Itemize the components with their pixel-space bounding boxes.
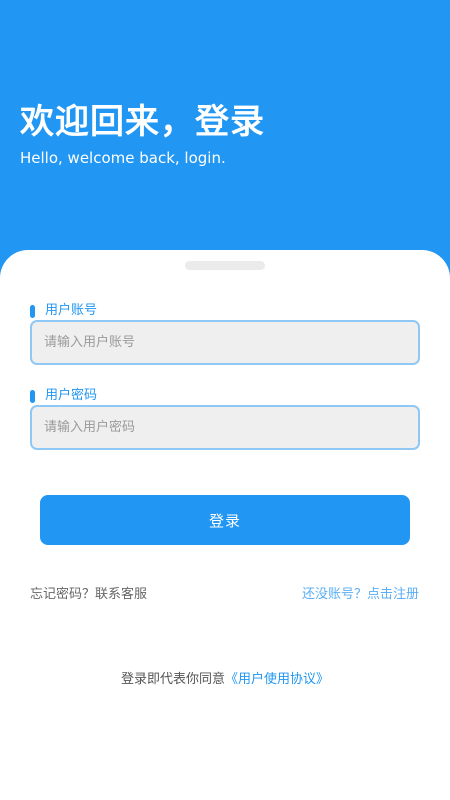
account-label-text: 用户账号 bbox=[45, 303, 98, 318]
login-screen: 欢迎回来，登录 Hello, welcome back, login. 用户账号… bbox=[0, 0, 450, 800]
welcome-header: 欢迎回来，登录 Hello, welcome back, login. bbox=[0, 0, 450, 270]
register-link[interactable]: 还没账号？点击注册 bbox=[302, 586, 419, 604]
login-button[interactable]: 登录 bbox=[40, 495, 410, 545]
forgot-password-link[interactable]: 忘记密码？联系客服 bbox=[30, 586, 147, 604]
account-input[interactable] bbox=[32, 322, 418, 363]
agreement-text: 登录即代表你同意《用户使用协议》 bbox=[0, 671, 450, 689]
password-label-text: 用户密码 bbox=[45, 388, 98, 403]
page-title: 欢迎回来，登录 bbox=[20, 102, 265, 142]
password-input-box[interactable] bbox=[30, 405, 420, 450]
page-subtitle: Hello, welcome back, login. bbox=[20, 149, 226, 167]
login-card: 用户账号 用户密码 登录 忘记密码？联系客服 还没账号？点击注册 登录即代表你同… bbox=[0, 250, 450, 800]
account-input-box[interactable] bbox=[30, 320, 420, 365]
password-input[interactable] bbox=[32, 407, 418, 448]
agreement-prefix: 登录即代表你同意 bbox=[120, 672, 225, 687]
account-label: 用户账号 bbox=[30, 302, 97, 320]
sheet-handle bbox=[185, 261, 265, 270]
password-label: 用户密码 bbox=[30, 387, 97, 405]
label-accent-bar bbox=[30, 389, 35, 403]
label-accent-bar bbox=[30, 304, 35, 318]
user-agreement-link[interactable]: 《用户使用协议》 bbox=[225, 672, 329, 687]
